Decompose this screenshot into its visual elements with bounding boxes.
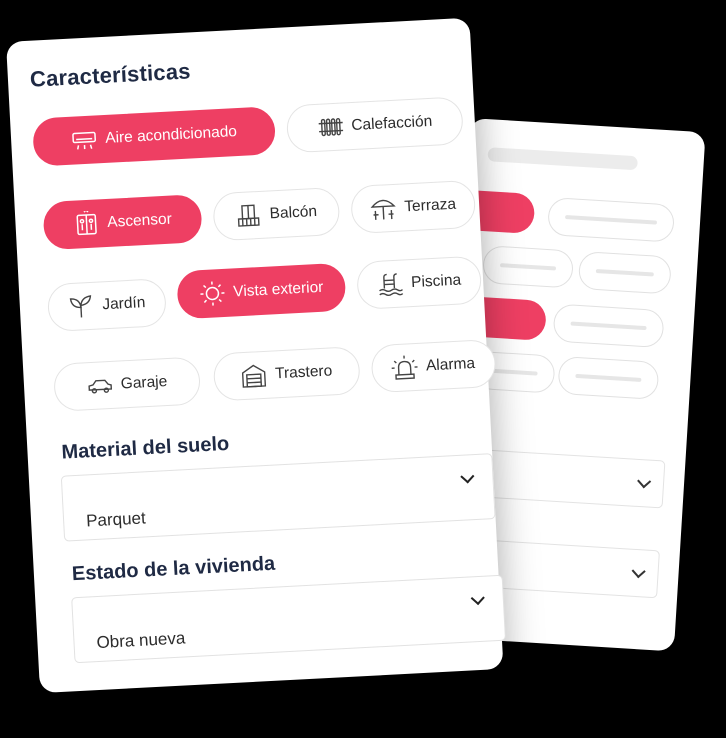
feature-label: Aire acondicionado — [104, 123, 238, 147]
sun-icon — [199, 280, 226, 307]
feature-chip-aire-acondicionado[interactable]: Aire acondicionado — [32, 106, 277, 167]
car-icon — [86, 372, 113, 399]
feature-chip-terraza[interactable]: Terraza — [350, 179, 477, 235]
balcony-icon — [235, 202, 262, 229]
storage-room-icon — [241, 362, 268, 389]
feature-label: Piscina — [410, 271, 462, 292]
placeholder-chip — [547, 196, 676, 243]
placeholder-bar — [487, 147, 638, 171]
home-condition-value: Obra nueva — [96, 628, 186, 653]
feature-label: Vista exterior — [232, 278, 324, 301]
air-conditioner-icon — [71, 126, 98, 153]
feature-chip-piscina[interactable]: Piscina — [355, 255, 483, 310]
floor-material-select[interactable]: Parquet — [60, 453, 496, 542]
elevator-icon — [73, 210, 100, 237]
filters-card: Características Aire acondicionado Calef… — [6, 17, 507, 694]
placeholder-chip — [552, 303, 665, 349]
feature-label: Ascensor — [106, 210, 173, 231]
feature-label: Balcón — [269, 202, 318, 223]
feature-chip-garaje[interactable]: Garaje — [52, 356, 202, 412]
feature-chip-jardin[interactable]: Jardín — [46, 278, 168, 333]
feature-label: Terraza — [403, 195, 457, 216]
pool-icon — [377, 271, 404, 298]
placeholder-chip — [557, 355, 660, 400]
chevron-down-icon — [470, 591, 485, 606]
feature-chip-balcon[interactable]: Balcón — [212, 186, 341, 242]
feature-chip-trastero[interactable]: Trastero — [212, 345, 361, 402]
feature-chip-vista-exterior[interactable]: Vista exterior — [176, 262, 347, 320]
feature-label: Garaje — [120, 373, 168, 393]
placeholder-chip — [481, 245, 575, 289]
feature-chip-alarma[interactable]: Alarma — [370, 338, 497, 394]
alarm-siren-icon — [391, 354, 419, 381]
home-condition-label: Estado de la vivienda — [71, 552, 276, 586]
placeholder-chip — [577, 250, 672, 295]
floor-material-value: Parquet — [85, 508, 147, 531]
chevron-down-icon — [460, 469, 475, 484]
plant-icon — [68, 293, 95, 320]
feature-label: Calefacción — [350, 112, 433, 135]
feature-label: Jardín — [101, 294, 146, 314]
feature-chip-calefaccion[interactable]: Calefacción — [285, 96, 464, 154]
terrace-umbrella-icon — [370, 195, 397, 222]
feature-label: Trastero — [274, 362, 333, 383]
radiator-icon — [317, 113, 344, 140]
feature-label: Alarma — [425, 354, 476, 375]
section-title: Características — [29, 58, 192, 92]
home-condition-select[interactable]: Obra nueva — [71, 574, 507, 664]
feature-chip-ascensor[interactable]: Ascensor — [42, 194, 203, 251]
floor-material-label: Material del suelo — [60, 432, 230, 464]
placeholder-select — [466, 448, 666, 509]
